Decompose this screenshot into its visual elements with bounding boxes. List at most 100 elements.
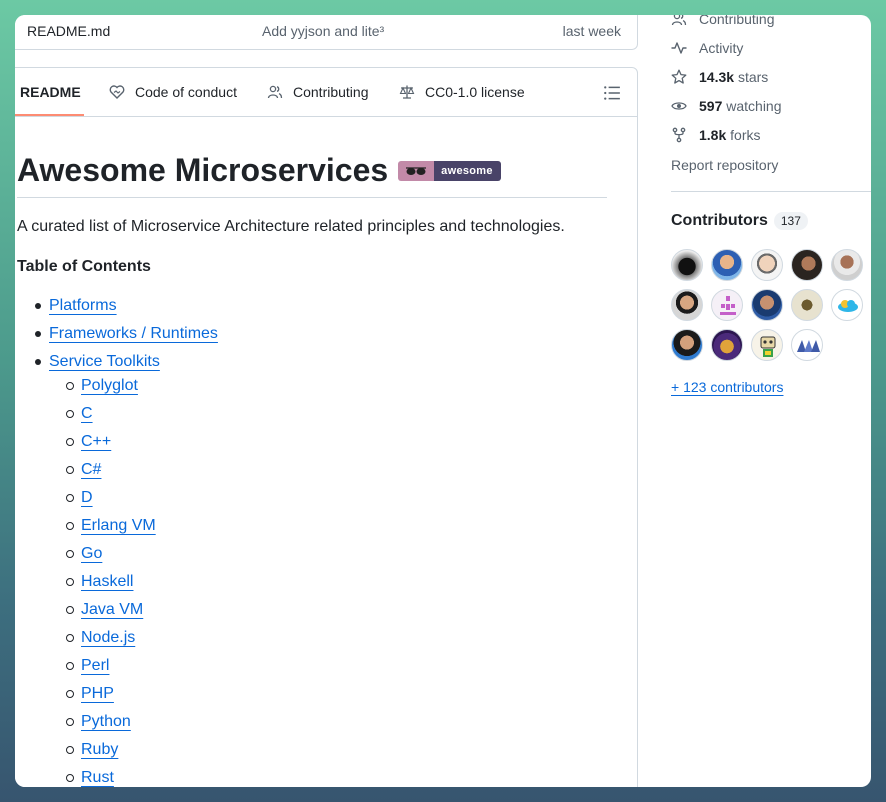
heart-handshake-icon (109, 85, 125, 99)
toc-subitem: C (17, 404, 218, 432)
toc-subitem: Python (17, 712, 218, 740)
avatar[interactable] (791, 329, 823, 361)
toc-subitem: Ruby (17, 740, 218, 768)
watching-label: watching (726, 98, 782, 114)
toc-item: Frameworks / Runtimes (17, 324, 218, 352)
toc-subitem: Rust (17, 768, 218, 787)
tab-license[interactable]: CC0-1.0 license (399, 84, 525, 100)
toc-link-ruby[interactable]: Ruby (81, 741, 118, 758)
sidebar-contributing-label: Contributing (699, 15, 775, 27)
toc-subitem: Haskell (17, 572, 218, 600)
toc-link-polyglot[interactable]: Polyglot (81, 377, 138, 394)
star-icon (671, 69, 687, 84)
commit-message-link[interactable]: Add yyjson and lite³ (262, 23, 384, 39)
sunglasses-icon (398, 160, 435, 181)
readme-panel: README Code of conduct Contributing CC0-… (15, 67, 638, 787)
sidebar-stars-link[interactable]: 14.3k stars (671, 69, 768, 85)
toc-link-frameworks[interactable]: Frameworks / Runtimes (49, 325, 218, 342)
toc-link-python[interactable]: Python (81, 713, 131, 730)
toc-subitem: Go (17, 544, 218, 572)
toc-link-erlang-vm[interactable]: Erlang VM (81, 517, 156, 534)
tab-label: README (20, 84, 81, 100)
toc-link-platforms[interactable]: Platforms (49, 297, 117, 314)
avatar[interactable] (711, 329, 743, 361)
pulse-icon (671, 42, 687, 54)
table-of-contents: Platforms Frameworks / Runtimes Service … (17, 296, 218, 787)
toc-link-php[interactable]: PHP (81, 685, 114, 702)
eye-icon (671, 102, 687, 110)
sidebar-watching-link[interactable]: 597 watching (671, 98, 782, 114)
fork-icon (672, 127, 686, 143)
intro-paragraph: A curated list of Microservice Architect… (17, 218, 565, 235)
contributors-heading[interactable]: Contributors 137 (671, 212, 808, 230)
watching-count: 597 (699, 98, 723, 114)
stars-count: 14.3k (699, 69, 735, 85)
sidebar-forks-link[interactable]: 1.8k forks (671, 127, 760, 143)
robot-icon (760, 336, 776, 357)
avatar[interactable] (751, 289, 783, 321)
sidebar-activity-link[interactable]: Activity (671, 40, 743, 56)
more-contributors-link[interactable]: + 123 contributors (671, 379, 783, 395)
readme-tabs: README Code of conduct Contributing CC0-… (15, 68, 637, 117)
tab-code-of-conduct[interactable]: Code of conduct (109, 84, 237, 100)
avatar[interactable] (831, 249, 863, 281)
report-repository-link[interactable]: Report repository (671, 157, 778, 173)
tab-label: Code of conduct (135, 84, 237, 100)
toc-link-perl[interactable]: Perl (81, 657, 109, 674)
toc-link-nodejs[interactable]: Node.js (81, 629, 135, 646)
active-tab-indicator (15, 114, 84, 116)
tab-label: CC0-1.0 license (425, 84, 525, 100)
toc-item: Platforms (17, 296, 218, 324)
avatar[interactable] (711, 249, 743, 281)
toc-subitem: Erlang VM (17, 516, 218, 544)
toc-link-c[interactable]: C (81, 405, 93, 422)
cloud-logo (838, 300, 858, 312)
file-row[interactable]: README.md Add yyjson and lite³ last week (15, 15, 638, 50)
law-scale-icon (399, 85, 415, 99)
toc-subitem: PHP (17, 684, 218, 712)
avatar[interactable] (671, 249, 703, 281)
toc-link-d[interactable]: D (81, 489, 93, 506)
avatar[interactable] (831, 289, 863, 321)
avatar[interactable] (671, 329, 703, 361)
sidebar-contributing-link[interactable]: Contributing (671, 15, 775, 27)
toc-subitem: D (17, 488, 218, 516)
toc-link-service-toolkits[interactable]: Service Toolkits (49, 353, 160, 370)
toc-subitem: C++ (17, 432, 218, 460)
toc-heading: Table of Contents (17, 258, 151, 275)
sidebar-divider (671, 191, 871, 192)
avatar[interactable] (791, 289, 823, 321)
commit-time: last week (562, 23, 621, 39)
toc-link-csharp[interactable]: C# (81, 461, 101, 478)
toc-item: Service Toolkits (17, 352, 218, 376)
title-text: Awesome Microservices (17, 152, 389, 188)
file-name-link[interactable]: README.md (27, 23, 110, 39)
identicon (720, 296, 736, 315)
forks-label: forks (730, 127, 761, 143)
avatar[interactable] (791, 249, 823, 281)
contributors-title: Contributors (671, 212, 768, 229)
toc-link-cpp[interactable]: C++ (81, 433, 111, 450)
tab-contributing[interactable]: Contributing (267, 84, 369, 100)
people-icon (267, 85, 283, 99)
toc-subitem: Node.js (17, 628, 218, 656)
toc-link-haskell[interactable]: Haskell (81, 573, 133, 590)
tab-readme[interactable]: README (15, 84, 81, 100)
toc-link-java-vm[interactable]: Java VM (81, 601, 143, 618)
people-icon (671, 15, 687, 26)
badge-label: awesome (434, 160, 501, 181)
toc-link-go[interactable]: Go (81, 545, 102, 562)
logo-mark (797, 340, 820, 352)
avatar[interactable] (711, 289, 743, 321)
avatar[interactable] (751, 249, 783, 281)
avatar[interactable] (751, 329, 783, 361)
outline-list-icon[interactable] (603, 84, 621, 102)
toc-subitem: Polyglot (17, 376, 218, 404)
contributors-count-badge: 137 (773, 212, 808, 230)
heading-divider (17, 197, 607, 198)
sidebar-activity-label: Activity (699, 40, 744, 56)
awesome-badge[interactable]: awesome (398, 160, 501, 181)
avatar[interactable] (671, 289, 703, 321)
readme-title: Awesome Microservices awesome (17, 152, 501, 189)
toc-link-rust[interactable]: Rust (81, 769, 114, 786)
